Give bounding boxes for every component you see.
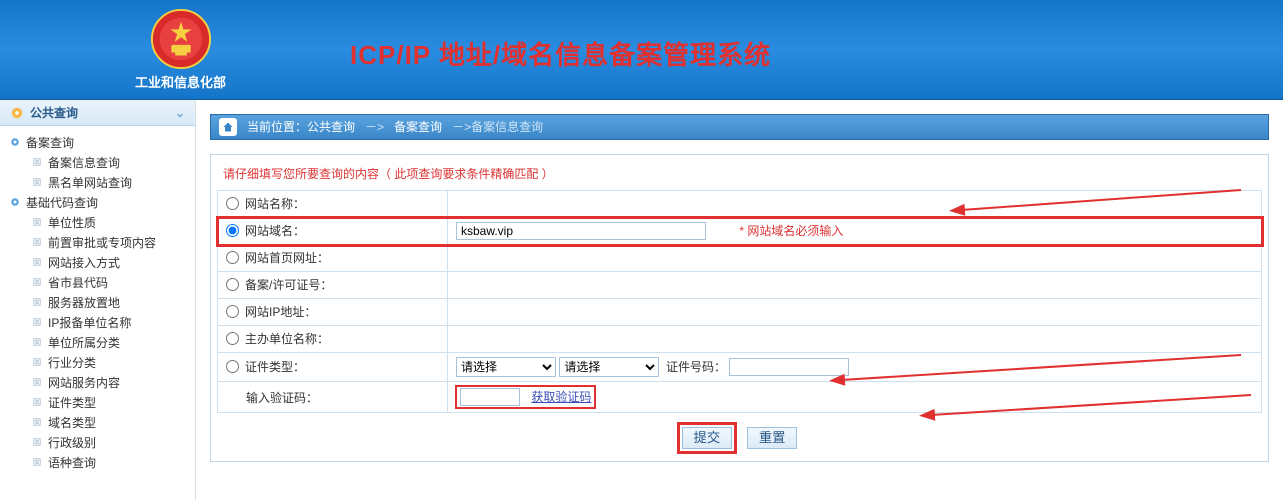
chevron-down-icon: ⌄ xyxy=(175,100,185,126)
submit-button[interactable]: 提交 xyxy=(682,427,732,449)
national-emblem-icon xyxy=(150,8,212,70)
radio-sponsor[interactable]: 主办单位名称： xyxy=(226,330,329,347)
doc-icon xyxy=(30,415,44,429)
sidebar-tree: 备案查询备案信息查询黑名单网站查询基础代码查询单位性质前置审批或专项内容网站接入… xyxy=(0,126,195,478)
tree-leaf[interactable]: 省市县代码 xyxy=(8,272,195,292)
breadcrumb: 当前位置：公共查询 －> 备案查询 －>备案信息查询 xyxy=(210,114,1269,140)
doc-icon xyxy=(30,355,44,369)
tree-label: 单位所属分类 xyxy=(48,334,120,351)
doc-icon xyxy=(30,255,44,269)
system-title: ICP/IP 地址/域名信息备案管理系统 xyxy=(350,35,771,72)
tree-label: IP报备单位名称 xyxy=(48,314,131,331)
cert-no-label: 证件号码： xyxy=(666,360,726,374)
breadcrumb-sep: －>备案信息查询 xyxy=(452,114,543,140)
tree-label: 基础代码查询 xyxy=(26,194,98,211)
tree-leaf[interactable]: 备案信息查询 xyxy=(8,152,195,172)
radio-cert-type[interactable]: 证件类型： xyxy=(226,358,305,375)
doc-icon xyxy=(30,175,44,189)
doc-icon xyxy=(30,315,44,329)
tree-leaf[interactable]: 前置审批或专项内容 xyxy=(8,232,195,252)
tree-leaf[interactable]: 域名类型 xyxy=(8,412,195,432)
tree-leaf[interactable]: 网站服务内容 xyxy=(8,372,195,392)
tree-leaf[interactable]: 单位性质 xyxy=(8,212,195,232)
tree-label: 单位性质 xyxy=(48,214,96,231)
doc-icon xyxy=(30,235,44,249)
tree-leaf[interactable]: IP报备单位名称 xyxy=(8,312,195,332)
tree-label: 语种查询 xyxy=(48,454,96,471)
sidebar: 公共查询 ⌄ 备案查询备案信息查询黑名单网站查询基础代码查询单位性质前置审批或专… xyxy=(0,100,196,500)
breadcrumb-sep: －> xyxy=(365,114,384,140)
tree-group[interactable]: 基础代码查询 xyxy=(8,192,195,212)
cert-type-select-2[interactable]: 请选择 xyxy=(559,357,659,377)
doc-icon xyxy=(30,155,44,169)
radio-domain[interactable]: 网站域名： xyxy=(226,222,305,239)
domain-required-note: * 网站域名必须输入 xyxy=(739,224,843,238)
tree-label: 行业分类 xyxy=(48,354,96,371)
breadcrumb-l2: 备案查询 xyxy=(394,114,442,140)
query-form: 请仔细填写您所要查询的内容（ 此项查询要求条件精确匹配 ） 网站名称： 网站域名… xyxy=(210,154,1269,462)
emblem-block: 工业和信息化部 xyxy=(135,8,226,91)
doc-icon xyxy=(30,335,44,349)
doc-icon xyxy=(30,215,44,229)
tree-leaf[interactable]: 黑名单网站查询 xyxy=(8,172,195,192)
captcha-input[interactable] xyxy=(460,388,520,406)
doc-icon xyxy=(30,295,44,309)
radio-homepage[interactable]: 网站首页网址： xyxy=(226,249,329,266)
tree-label: 黑名单网站查询 xyxy=(48,174,132,191)
doc-icon xyxy=(30,455,44,469)
sidebar-section-header[interactable]: 公共查询 ⌄ xyxy=(0,100,195,126)
cert-type-select-1[interactable]: 请选择 xyxy=(456,357,556,377)
tree-leaf[interactable]: 单位所属分类 xyxy=(8,332,195,352)
tree-label: 网站接入方式 xyxy=(48,254,120,271)
tree-label: 省市县代码 xyxy=(48,274,108,291)
tree-leaf[interactable]: 行政级别 xyxy=(8,432,195,452)
tree-leaf[interactable]: 证件类型 xyxy=(8,392,195,412)
tree-leaf[interactable]: 服务器放置地 xyxy=(8,292,195,312)
doc-icon xyxy=(30,395,44,409)
tree-label: 服务器放置地 xyxy=(48,294,120,311)
tree-label: 证件类型 xyxy=(48,394,96,411)
tree-label: 备案查询 xyxy=(26,134,74,151)
domain-input[interactable] xyxy=(456,222,706,240)
radio-license[interactable]: 备案/许可证号： xyxy=(226,276,332,293)
tree-label: 行政级别 xyxy=(48,434,96,451)
radio-ip[interactable]: 网站IP地址： xyxy=(226,303,316,320)
doc-icon xyxy=(30,375,44,389)
gear-icon xyxy=(8,195,22,209)
tree-leaf[interactable]: 语种查询 xyxy=(8,452,195,472)
tree-label: 备案信息查询 xyxy=(48,154,120,171)
tree-group[interactable]: 备案查询 xyxy=(8,132,195,152)
captcha-label: 输入验证码： xyxy=(246,391,318,405)
sidebar-header-label: 公共查询 xyxy=(30,100,78,126)
get-captcha-link[interactable]: 获取验证码 xyxy=(531,390,591,404)
gear-icon xyxy=(8,135,22,149)
doc-icon xyxy=(30,435,44,449)
cert-no-input[interactable] xyxy=(729,358,849,376)
tree-label: 域名类型 xyxy=(48,414,96,431)
tree-label: 前置审批或专项内容 xyxy=(48,234,156,251)
home-icon[interactable] xyxy=(219,118,237,136)
main-panel: 当前位置：公共查询 －> 备案查询 －>备案信息查询 请仔细填写您所要查询的内容… xyxy=(196,100,1283,500)
tree-label: 网站服务内容 xyxy=(48,374,120,391)
reset-button[interactable]: 重置 xyxy=(747,427,797,449)
app-header: 工业和信息化部 ICP/IP 地址/域名信息备案管理系统 xyxy=(0,0,1283,100)
form-hint: 请仔细填写您所要查询的内容（ 此项查询要求条件精确匹配 ） xyxy=(217,161,1262,190)
doc-icon xyxy=(30,275,44,289)
breadcrumb-text: 当前位置：公共查询 xyxy=(247,114,355,140)
radio-website-name[interactable]: 网站名称： xyxy=(226,195,305,212)
org-label: 工业和信息化部 xyxy=(135,72,226,91)
tree-leaf[interactable]: 行业分类 xyxy=(8,352,195,372)
tree-leaf[interactable]: 网站接入方式 xyxy=(8,252,195,272)
button-bar: 提交 重置 xyxy=(217,413,1262,455)
gear-icon xyxy=(10,106,24,120)
